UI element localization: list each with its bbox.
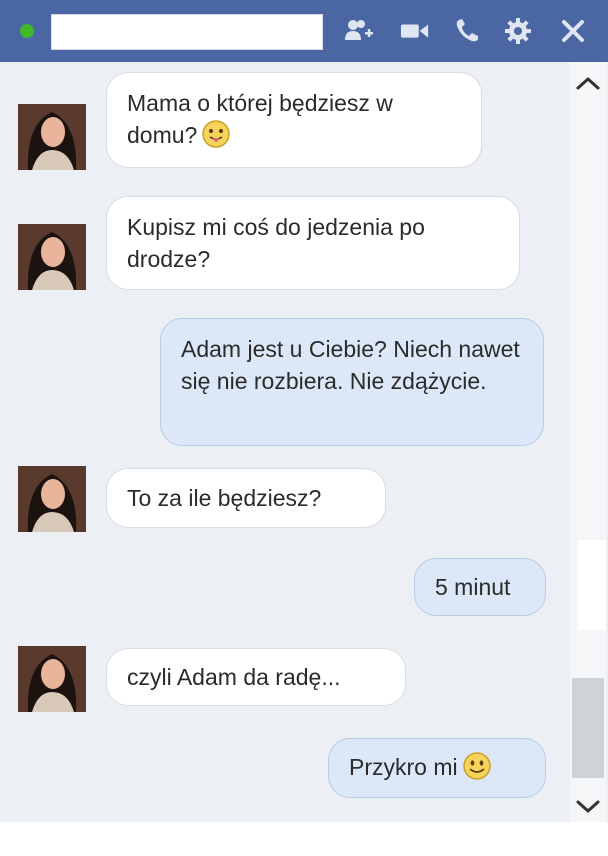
- contact-name-field[interactable]: [51, 14, 323, 50]
- contact-avatar: [18, 466, 86, 532]
- message-text: czyli Adam da radę...: [127, 664, 341, 690]
- message-bubble-outgoing: Przykro mi: [328, 738, 546, 798]
- message-bubble-incoming: Mama o której będziesz w domu?: [106, 72, 482, 168]
- message-bubble-incoming: Kupisz mi coś do jedzenia po drodze?: [106, 196, 520, 290]
- video-call-icon[interactable]: [400, 16, 430, 46]
- message-text: Adam jest u Ciebie? Niech nawet się nie …: [181, 336, 520, 394]
- message-bubble-incoming: To za ile będziesz?: [106, 468, 386, 528]
- add-friend-icon[interactable]: [344, 16, 374, 46]
- online-status-dot: [20, 24, 34, 38]
- bottom-area: [0, 822, 608, 856]
- message-text: Przykro mi: [349, 754, 458, 780]
- scrollbar-gap: [578, 540, 606, 630]
- message-bubble-outgoing: Adam jest u Ciebie? Niech nawet się nie …: [160, 318, 544, 446]
- message-text: Kupisz mi coś do jedzenia po drodze?: [127, 214, 425, 272]
- contact-avatar: [18, 224, 86, 290]
- phone-icon[interactable]: [452, 16, 482, 46]
- chat-header: [0, 0, 608, 62]
- message-text: To za ile będziesz?: [127, 485, 322, 511]
- close-icon[interactable]: [558, 16, 588, 46]
- message-text: 5 minut: [435, 574, 511, 600]
- message-bubble-incoming: czyli Adam da radę...: [106, 648, 406, 706]
- gear-icon[interactable]: [503, 16, 533, 46]
- scroll-down-icon[interactable]: [570, 792, 606, 822]
- scroll-up-icon[interactable]: [570, 68, 606, 98]
- contact-avatar: [18, 104, 86, 170]
- message-bubble-outgoing: 5 minut: [414, 558, 546, 616]
- contact-avatar: [18, 646, 86, 712]
- message-text: Mama o której będziesz w domu?: [127, 90, 393, 148]
- smile-emoji-icon: [462, 751, 492, 789]
- scrollbar-thumb[interactable]: [572, 678, 604, 778]
- tongue-emoji-icon: [201, 119, 231, 157]
